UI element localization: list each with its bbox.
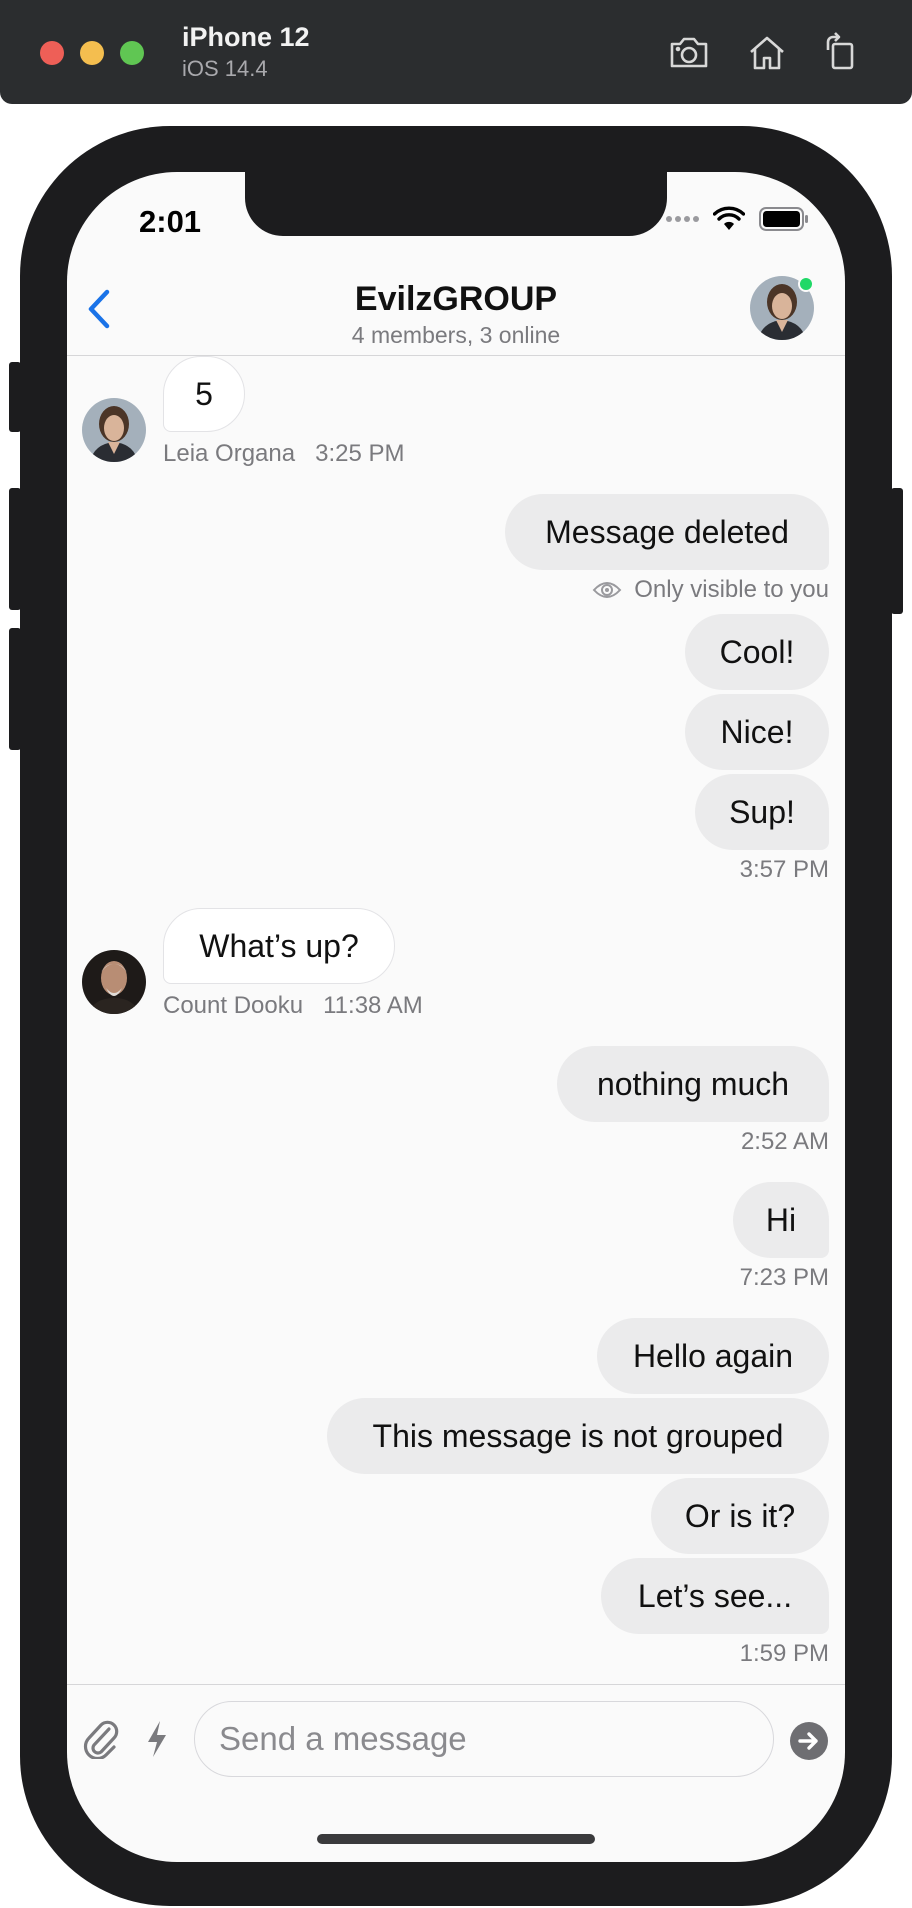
message-bubble[interactable]: Hi xyxy=(733,1182,829,1258)
rotate-icon[interactable] xyxy=(818,30,864,76)
message-bubble[interactable]: 5 xyxy=(163,356,245,432)
message-bubble[interactable]: Let’s see... xyxy=(601,1558,829,1634)
status-icons xyxy=(665,206,809,232)
message-bubble[interactable]: Cool! xyxy=(685,614,829,690)
message-time: 11:38 AM xyxy=(323,992,423,1019)
message-input[interactable] xyxy=(195,1702,773,1776)
simulator-device-name: iPhone 12 xyxy=(182,22,310,52)
channel-title: EvilzGROUP xyxy=(354,280,558,318)
online-indicator xyxy=(798,276,814,292)
message-text: Hi xyxy=(765,1201,797,1238)
avatar[interactable] xyxy=(82,398,146,462)
message-bubble[interactable]: Sup! xyxy=(695,774,829,850)
message-time: 2:52 AM xyxy=(740,1128,829,1155)
simulator-titlebar: iPhone 12 iOS 14.4 xyxy=(0,0,912,104)
message-bubble[interactable]: Message deleted xyxy=(505,494,829,570)
message-text: Hello again xyxy=(632,1337,794,1374)
message-input-wrapper xyxy=(194,1701,774,1777)
eye-icon xyxy=(592,582,622,598)
commands-button[interactable] xyxy=(145,1719,169,1764)
send-button[interactable] xyxy=(789,1721,829,1766)
message-meta: Leia Organa 3:25 PM xyxy=(163,440,405,468)
attach-button[interactable] xyxy=(83,1719,119,1764)
message-bubble[interactable]: Or is it? xyxy=(651,1478,829,1554)
wifi-icon xyxy=(713,206,745,230)
message-composer xyxy=(67,1684,845,1804)
volume-down-button[interactable] xyxy=(9,628,21,750)
close-window-button[interactable] xyxy=(40,41,64,65)
mute-switch[interactable] xyxy=(9,362,21,432)
message-bubble[interactable]: This message is not grouped xyxy=(327,1398,829,1474)
power-button[interactable] xyxy=(891,488,903,614)
dooku-avatar-image xyxy=(82,950,146,1014)
lightning-icon xyxy=(148,1721,166,1757)
message-bubble[interactable]: Hello again xyxy=(597,1318,829,1394)
home-icon[interactable] xyxy=(744,30,790,76)
send-arrow-icon xyxy=(790,1722,828,1760)
message-text: Message deleted xyxy=(545,513,789,550)
battery-icon xyxy=(759,207,808,231)
message-text: Or is it? xyxy=(684,1497,796,1534)
volume-up-button[interactable] xyxy=(9,488,21,610)
status-time: 2:01 xyxy=(139,204,202,239)
zoom-window-button[interactable] xyxy=(120,41,144,65)
message-time: 3:25 PM xyxy=(315,440,405,467)
notch xyxy=(245,172,667,236)
home-indicator[interactable] xyxy=(317,1834,595,1844)
only-visible-text: Only visible to you xyxy=(634,576,829,603)
cellular-signal-icon xyxy=(666,216,699,222)
message-bubble[interactable]: Nice! xyxy=(685,694,829,770)
author-name: Leia Organa xyxy=(163,440,296,467)
phone-screen: 2:01 EvilzGROUP 4 members, 3 online 5 Le… xyxy=(67,172,845,1862)
author-name: Count Dooku xyxy=(163,992,304,1019)
message-text: Cool! xyxy=(719,633,795,670)
minimize-window-button[interactable] xyxy=(80,41,104,65)
message-text: nothing much xyxy=(596,1065,790,1102)
message-time: 7:23 PM xyxy=(739,1264,829,1291)
message-list[interactable]: 5 Leia Organa 3:25 PM Message deleted On… xyxy=(67,356,845,1667)
message-text: What’s up? xyxy=(199,927,359,964)
only-visible-note: Only visible to you xyxy=(592,576,829,604)
avatar[interactable] xyxy=(82,950,146,1014)
simulator-os-version: iOS 14.4 xyxy=(182,56,268,81)
screenshot-icon[interactable] xyxy=(666,30,712,76)
message-text: Nice! xyxy=(720,713,794,750)
message-text: This message is not grouped xyxy=(372,1417,784,1454)
message-time: 3:57 PM xyxy=(739,856,829,883)
message-text: Let’s see... xyxy=(637,1577,793,1614)
chat-header: EvilzGROUP 4 members, 3 online xyxy=(67,268,845,356)
message-bubble[interactable]: What’s up? xyxy=(163,908,395,984)
message-bubble[interactable]: nothing much xyxy=(557,1046,829,1122)
message-text: Sup! xyxy=(729,793,795,830)
message-text: 5 xyxy=(195,375,213,412)
message-time: 1:59 PM xyxy=(739,1640,829,1667)
message-meta: Count Dooku 11:38 AM xyxy=(163,992,423,1020)
paperclip-icon xyxy=(83,1720,119,1761)
channel-subtitle: 4 members, 3 online xyxy=(351,322,561,348)
leia-avatar-image xyxy=(82,398,146,462)
